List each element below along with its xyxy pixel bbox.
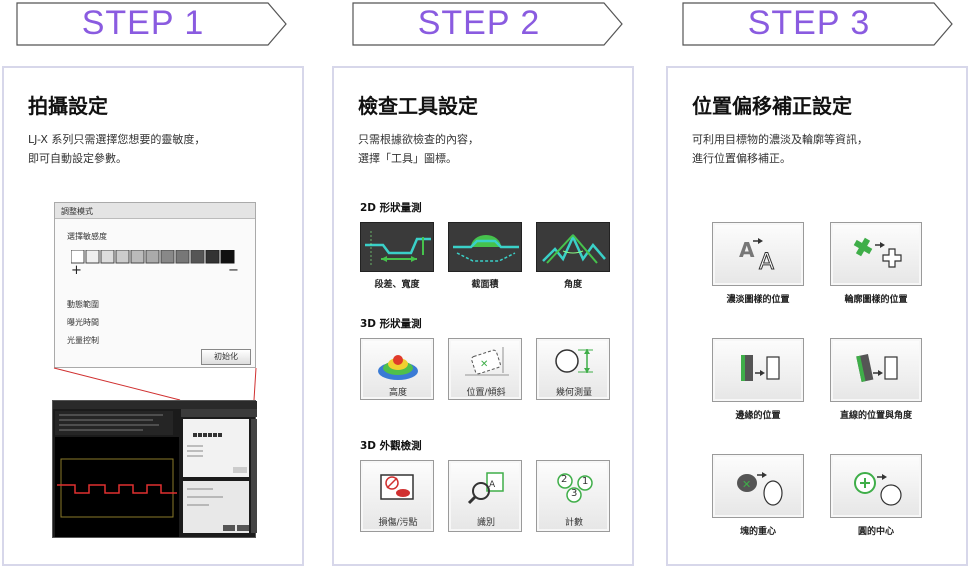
tool-angle-label: 角度 — [563, 280, 582, 290]
step-2-label: STEP 2 — [417, 4, 541, 42]
tool-damage[interactable]: 損傷/污點 — [360, 460, 434, 532]
svg-text:A: A — [759, 250, 774, 275]
angle-icon — [542, 233, 606, 264]
step-2-description: 只需根據欲檢查的內容， 選擇「工具」圖標。 — [358, 133, 479, 165]
step-2-tab: STEP 2 — [352, 2, 624, 46]
tool-height[interactable]: 高度 — [360, 338, 434, 400]
tool-circle-center-label: 圓的中心 — [857, 527, 894, 537]
cross-section-icon — [453, 235, 519, 262]
tool-step-width-label: 段差、寬度 — [374, 280, 420, 290]
tool-shade-pattern[interactable]: A A — [712, 222, 804, 286]
tool-cross-section[interactable] — [448, 222, 522, 272]
section-3d-visual-label: 3D 外觀檢測 — [360, 440, 422, 452]
count-digit-1: 1 — [582, 476, 589, 487]
svg-text:✕: ✕ — [480, 359, 488, 370]
tool-shade-pattern-label: 濃淡圖樣的位置 — [726, 295, 790, 305]
section-3d-label: 3D 形狀量測 — [360, 318, 422, 330]
step-3-label: STEP 3 — [747, 4, 871, 42]
count-digit-3: 3 — [571, 488, 578, 499]
tool-contour-pattern-label: 輪廓圖樣的位置 — [844, 295, 908, 305]
software-screenshot — [52, 400, 257, 538]
tool-edge-position[interactable] — [712, 338, 804, 402]
tool-position-tilt[interactable]: ✕ 位置/傾斜 — [448, 338, 522, 400]
tool-position-tilt-label: 位置/傾斜 — [466, 388, 506, 398]
tool-identify-label: 識別 — [476, 518, 495, 528]
step-1-tab: STEP 1 — [16, 2, 288, 46]
tool-blob-centroid[interactable]: ✕ — [712, 454, 804, 518]
tool-circle-center[interactable] — [830, 454, 922, 518]
tool-count-label: 計數 — [564, 518, 583, 528]
tool-geometry[interactable]: 幾何測量 — [536, 338, 610, 400]
step-3-description: 可利用目標物的濃淡及輪廓等資訊， 進行位置偏移補正。 — [692, 133, 868, 165]
svg-text:✕: ✕ — [742, 478, 751, 491]
svg-text:A: A — [489, 480, 496, 490]
circle-center-icon — [854, 472, 902, 506]
step-1-card: 拍攝設定 LJ-X 系列只需選擇您想要的靈敏度， 即可自動設定參數。 調整模式 … — [2, 66, 304, 566]
count-digit-2: 2 — [561, 474, 568, 485]
tool-geometry-label: 幾何測量 — [555, 388, 592, 398]
step-1-label: STEP 1 — [81, 4, 205, 42]
tool-damage-label: 損傷/污點 — [378, 518, 418, 528]
tool-contour-pattern[interactable] — [830, 222, 922, 286]
step-3-title: 位置偏移補正設定 — [692, 94, 852, 118]
step-3-tab: STEP 3 — [682, 2, 954, 46]
line-angle-icon — [856, 354, 898, 382]
edge-position-icon — [741, 355, 780, 381]
section-2d-label: 2D 形狀量測 — [360, 202, 422, 214]
step-2-card: 檢查工具設定 只需根據欲檢查的內容， 選擇「工具」圖標。 2D 形狀量測 段差、… — [332, 66, 634, 566]
step-width-icon — [365, 231, 431, 267]
software-screenshot-illustration — [53, 401, 257, 537]
tool-identify[interactable]: A 識別 — [448, 460, 522, 532]
step-3-card: 位置偏移補正設定 可利用目標物的濃淡及輪廓等資訊， 進行位置偏移補正。 A A … — [666, 66, 968, 566]
tool-blob-centroid-label: 塊的重心 — [739, 527, 776, 537]
tool-line-angle-label: 直線的位置與角度 — [839, 411, 912, 421]
step-2-title: 檢查工具設定 — [358, 94, 478, 118]
tool-step-width[interactable] — [360, 222, 434, 272]
tool-angle[interactable] — [536, 222, 610, 272]
tool-edge-position-label: 邊緣的位置 — [735, 411, 781, 421]
tool-cross-section-label: 截面積 — [471, 280, 499, 290]
tool-height-label: 高度 — [388, 388, 407, 398]
svg-text:A: A — [739, 238, 755, 262]
tool-line-angle[interactable] — [830, 338, 922, 402]
shade-pattern-icon: A A — [739, 238, 775, 276]
contour-pattern-icon — [853, 237, 902, 268]
blob-centroid-icon: ✕ — [737, 472, 783, 506]
tool-count[interactable]: 2 1 3 計數 — [536, 460, 610, 532]
